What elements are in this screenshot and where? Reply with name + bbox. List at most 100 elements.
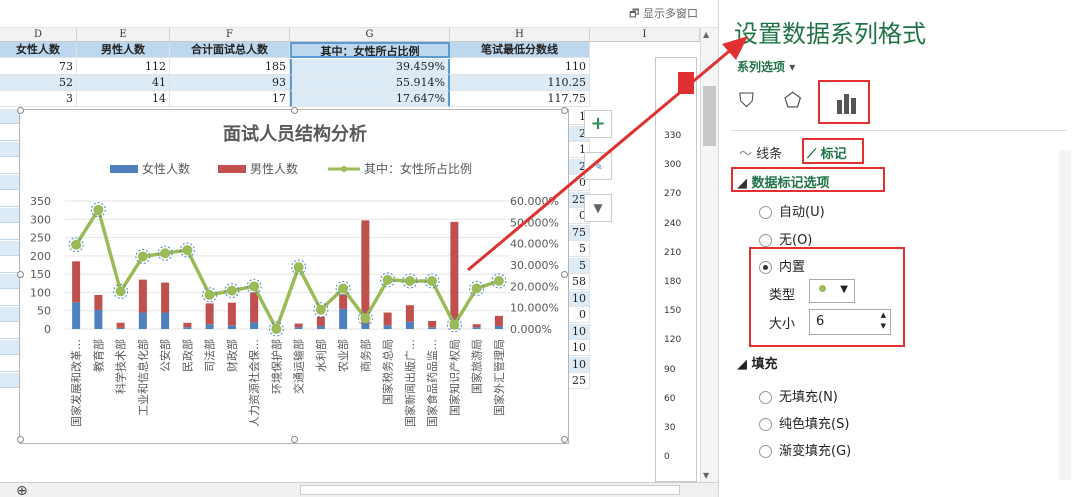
bar-male	[227, 302, 236, 326]
table-cell[interactable]: 93	[170, 75, 290, 91]
radio-auto[interactable]: 自动(U)	[759, 201, 825, 220]
ratio-point	[226, 285, 237, 296]
column-letter-G[interactable]: G	[290, 28, 450, 42]
resize-handle[interactable]	[291, 436, 298, 443]
ratio-point	[293, 262, 304, 273]
table-cell[interactable]: 14	[77, 91, 170, 107]
table-cell[interactable]: 10	[569, 323, 590, 340]
bar-male	[116, 322, 125, 328]
scroll-thumb[interactable]	[703, 86, 716, 146]
table-cell[interactable]: 75	[569, 224, 590, 241]
column-letter-D[interactable]: D	[0, 28, 77, 42]
chart-elements-button[interactable]: +	[584, 110, 612, 138]
table-cell[interactable]: 110.25	[450, 75, 590, 91]
x-tick-label: 国家税务总局	[381, 339, 395, 405]
ratio-point	[271, 324, 282, 334]
table-cell[interactable]: 10	[569, 340, 590, 356]
column-letter-F[interactable]: F	[170, 28, 290, 42]
header-cell[interactable]: 笔试最低分数线	[450, 42, 590, 58]
resize-handle[interactable]	[561, 436, 568, 443]
header-cell[interactable]: 其中：女性所占比例	[290, 42, 450, 58]
inner-axis-tick: 120	[664, 335, 682, 346]
x-tick-label: 交通运输部	[292, 339, 306, 394]
row-stripe	[0, 208, 19, 223]
row-stripe	[0, 290, 19, 306]
legend-male-label: 男性人数	[250, 161, 298, 176]
column-letter-H[interactable]: H	[450, 28, 590, 42]
table-cell[interactable]: 5	[569, 241, 590, 257]
column-letter-E[interactable]: E	[77, 28, 170, 42]
chart-styles-button[interactable]: ✎	[584, 152, 612, 180]
table-cell[interactable]: 112	[77, 59, 170, 75]
table-cell[interactable]: 17.647%	[290, 91, 450, 107]
header-cell[interactable]: 男性人数	[77, 42, 170, 58]
add-sheet-icon[interactable]: ⊕	[16, 483, 28, 497]
bar-female	[138, 312, 147, 329]
resize-handle[interactable]	[291, 107, 298, 114]
table-cell[interactable]: 73	[0, 59, 77, 75]
table-cell[interactable]: 3	[0, 91, 77, 107]
x-tick-label: 商务部	[358, 339, 372, 372]
inner-axis-tick: 210	[664, 247, 682, 258]
radio-gradient-fill[interactable]: 渐变填充(G)	[759, 440, 851, 459]
resize-handle[interactable]	[561, 271, 568, 278]
x-tick-label: 科学技术部	[114, 339, 128, 394]
vertical-scrollbar[interactable]: ▲ ▼	[700, 28, 718, 482]
scroll-down-icon[interactable]: ▼	[703, 471, 709, 480]
section-fill[interactable]: ◢ 填充	[737, 353, 778, 372]
table-cell[interactable]: 52	[0, 75, 77, 91]
row-stripe	[0, 241, 19, 256]
table-cell[interactable]: 10	[569, 356, 590, 373]
x-tick-label: 国家新闻出版广…	[403, 339, 417, 427]
x-tick-label: 环境保护部	[269, 339, 283, 394]
chart-area[interactable]: 面试人员结构分析 女性人数 男性人数 其中：女性所占比例 350 300 250 200 150…	[17, 107, 569, 444]
fill-line-icon[interactable]: ⛉	[739, 88, 754, 112]
legend-ratio-marker	[341, 166, 347, 172]
header-cell[interactable]: 女性人数	[0, 42, 77, 58]
ratio-point	[427, 276, 438, 286]
tab-line[interactable]: 〜 线条	[739, 143, 782, 162]
scroll-up-icon[interactable]: ▲	[703, 30, 709, 39]
resize-handle[interactable]	[561, 107, 568, 114]
table-cell[interactable]: 185	[170, 59, 290, 75]
table-cell[interactable]: 110	[450, 59, 590, 75]
table-cell[interactable]: 5	[569, 257, 590, 274]
resize-handle[interactable]	[17, 107, 24, 114]
resize-handle[interactable]	[17, 436, 24, 443]
header-cell[interactable]: 合计面试总人数	[170, 42, 290, 58]
ratio-point	[115, 286, 126, 297]
bar-female	[494, 326, 503, 329]
x-tick-label: 工业和信息化部	[136, 339, 150, 416]
table-cell[interactable]: 17	[170, 91, 290, 107]
chart-filter-button[interactable]: ▼	[584, 194, 612, 222]
series-options-dropdown[interactable]: 系列选项 ▾	[737, 58, 795, 75]
table-cell[interactable]: 41	[77, 75, 170, 91]
radio-no-fill[interactable]: 无填充(N)	[759, 386, 838, 405]
column-letter-I[interactable]: I	[590, 28, 700, 42]
table-cell[interactable]: 10	[569, 290, 590, 307]
bar-male	[450, 221, 459, 328]
table-cell[interactable]: 39.459%	[290, 59, 450, 75]
resize-handle[interactable]	[17, 271, 24, 278]
y-left-tick: 300	[30, 213, 51, 226]
table-cell[interactable]: 0	[569, 307, 590, 323]
bar-female	[316, 326, 325, 329]
table-cell[interactable]: 25	[569, 373, 590, 389]
radio-solid-fill[interactable]: 纯色填充(S)	[759, 413, 849, 432]
table-cell[interactable]: 55.914%	[290, 75, 450, 91]
multiwindow-button[interactable]: 🗗 显示多窗口	[629, 5, 698, 24]
hscroll-thumb[interactable]	[300, 485, 680, 495]
y-right-tick: 50.000%	[510, 216, 559, 229]
ratio-point	[160, 248, 171, 259]
bar-female	[405, 321, 414, 329]
table-cell[interactable]: 58	[569, 274, 590, 290]
bar-female	[205, 324, 214, 329]
inner-axis-tick: 300	[664, 160, 682, 171]
table-cell[interactable]: 117.75	[450, 91, 590, 107]
horizontal-scrollbar[interactable]: ⊕	[0, 482, 718, 497]
row-stripe	[0, 323, 19, 339]
bar-male	[316, 316, 325, 327]
effects-icon[interactable]: ⬠	[784, 88, 801, 112]
pane-scrollbar[interactable]	[1059, 150, 1071, 480]
radio-none[interactable]: 无(O)	[759, 229, 812, 248]
